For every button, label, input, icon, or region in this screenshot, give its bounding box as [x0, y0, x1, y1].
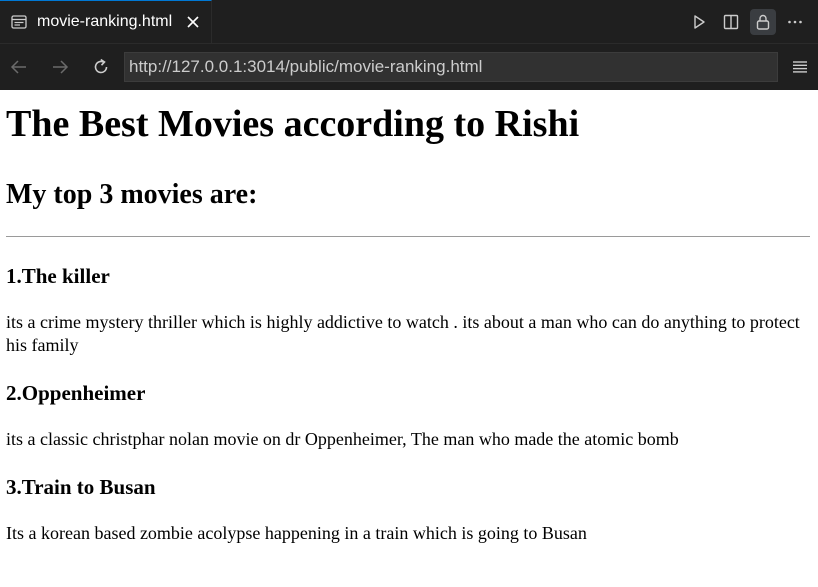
movie-description: its a classic christphar nolan movie on …	[6, 429, 679, 449]
movie-heading: 2.Oppenheimer	[6, 381, 146, 405]
address-bar: http://127.0.0.1:3014/public/movie-ranki…	[0, 44, 818, 90]
more-icon[interactable]	[782, 9, 808, 35]
movie-description: its a crime mystery thriller which is hi…	[6, 312, 800, 355]
close-icon[interactable]	[183, 12, 203, 32]
movie-description: Its a korean based zombie acolypse happe…	[6, 523, 587, 543]
tab-title: movie-ranking.html	[37, 13, 173, 30]
preview-icon	[10, 13, 28, 31]
movie-heading: 3.Train to Busan	[6, 475, 156, 499]
movie-heading: 1.The killer	[6, 264, 110, 288]
tab-movie-ranking[interactable]: movie-ranking.html	[0, 0, 212, 43]
editor-actions	[686, 0, 808, 44]
movie-entry: 3.Train to Busan Its a korean based zomb…	[6, 474, 810, 545]
page-subtitle: My top 3 movies are:	[6, 179, 258, 210]
tab-bar: movie-ranking.html	[0, 0, 818, 44]
page-title: The Best Movies according to Rishi	[6, 103, 580, 145]
divider	[6, 236, 810, 237]
reload-icon[interactable]	[89, 55, 113, 79]
back-icon[interactable]	[7, 55, 31, 79]
lock-icon[interactable]	[750, 9, 776, 35]
page-content: The Best Movies according to Rishi My to…	[0, 102, 818, 545]
run-icon[interactable]	[686, 9, 712, 35]
movie-entry: 2.Oppenheimer its a classic christphar n…	[6, 380, 810, 451]
movie-entry: 1.The killer its a crime mystery thrille…	[6, 263, 810, 357]
url-field[interactable]: http://127.0.0.1:3014/public/movie-ranki…	[124, 52, 778, 82]
split-editor-icon[interactable]	[718, 9, 744, 35]
menu-icon[interactable]	[788, 55, 812, 79]
forward-icon[interactable]	[48, 55, 72, 79]
